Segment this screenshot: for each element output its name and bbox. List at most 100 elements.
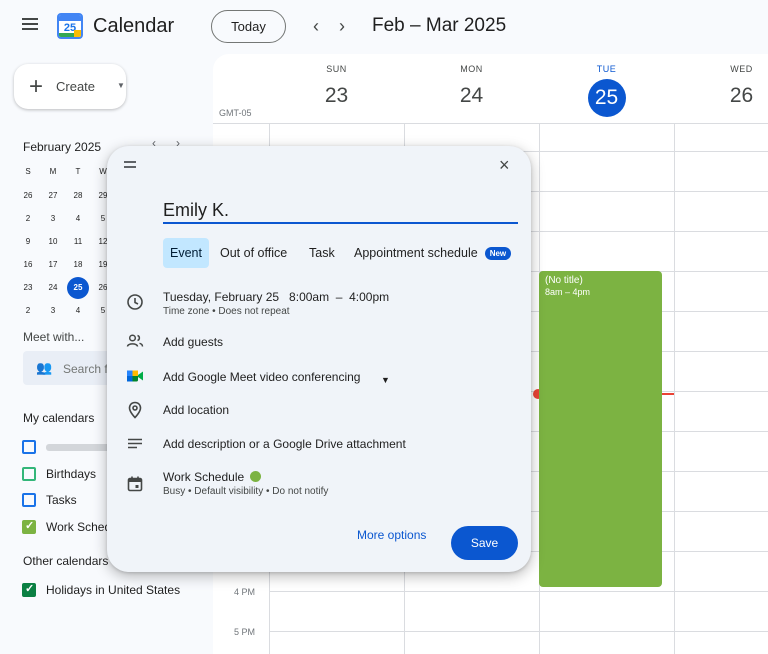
time-label: 5 PM	[234, 627, 256, 637]
mini-calendar-date[interactable]: 27	[42, 185, 64, 207]
day-of-week-label: TUE	[596, 64, 617, 74]
calendar-logo-icon: 25	[57, 13, 83, 39]
search-people-placeholder: Search f	[63, 362, 108, 376]
mini-calendar-date[interactable]: 28	[67, 185, 89, 207]
mini-calendar-day-of-week: S	[25, 167, 31, 176]
new-badge: New	[484, 247, 512, 260]
day-number[interactable]: 23	[269, 84, 404, 108]
mini-calendar-title: February 2025	[23, 140, 102, 154]
current-time-line	[662, 393, 674, 395]
tab-task[interactable]: Task	[309, 238, 335, 268]
event-datetime[interactable]: Tuesday, February 25 8:00am – 4:00pm	[163, 290, 389, 304]
mini-calendar-date[interactable]: 16	[17, 254, 39, 276]
mini-calendar-date[interactable]: 2	[17, 300, 39, 322]
mini-calendar-date[interactable]: 23	[17, 277, 39, 299]
calendar-checkbox[interactable]	[22, 582, 36, 597]
location-pin-icon	[128, 401, 142, 419]
event-quick-create-dialog: × Event Out of office Task Appointment s…	[107, 146, 531, 572]
description-icon	[128, 438, 142, 449]
day-column-header[interactable]: TUE 25	[539, 54, 674, 124]
previous-period-button[interactable]: ‹	[306, 16, 326, 36]
calendar-selector[interactable]: Work Schedule	[163, 470, 262, 484]
mini-calendar-date[interactable]: 11	[67, 231, 89, 253]
tab-appointment-schedule-label: Appointment schedule	[354, 246, 478, 260]
close-icon[interactable]: ×	[499, 155, 510, 176]
tab-appointment-schedule[interactable]: Appointment schedule New	[354, 238, 512, 268]
next-period-button[interactable]: ›	[332, 16, 352, 36]
add-description-field[interactable]: Add description or a Google Drive attach…	[163, 437, 406, 451]
day-column-header[interactable]: WED 26	[674, 54, 768, 124]
tab-event[interactable]: Event	[163, 238, 209, 268]
mini-calendar-date[interactable]: 25	[67, 277, 89, 299]
calendar-checkbox[interactable]	[22, 466, 36, 481]
tab-out-of-office[interactable]: Out of office	[220, 238, 287, 268]
top-bar: 25 Calendar Today ‹ › Feb – Mar 2025	[0, 0, 768, 54]
calendar-list-label: Tasks	[46, 493, 77, 507]
create-button-label: Create	[56, 79, 96, 94]
mini-calendar-date[interactable]: 3	[42, 208, 64, 230]
time-label: 4 PM	[234, 587, 256, 597]
app-title: Calendar	[93, 15, 175, 37]
hour-line	[269, 631, 768, 632]
mini-calendar-date[interactable]: 10	[42, 231, 64, 253]
my-calendars-title[interactable]: My calendars	[23, 411, 94, 425]
day-number[interactable]: 25	[587, 79, 626, 117]
search-people-input[interactable]: 👥 Search f	[23, 351, 113, 385]
timezone-label: GMT-05	[219, 108, 252, 118]
drag-handle-icon[interactable]	[124, 161, 136, 169]
calendar-checkbox[interactable]	[22, 493, 36, 507]
google-meet-icon	[127, 370, 143, 382]
event-title-input[interactable]	[163, 198, 518, 224]
more-options-button[interactable]: More options	[357, 528, 426, 542]
save-button[interactable]: Save	[451, 526, 518, 560]
mini-calendar-date[interactable]: 9	[17, 231, 39, 253]
mini-calendar-day-of-week: T	[75, 167, 81, 176]
calendar-settings-summary[interactable]: Busy • Default visibility • Do not notif…	[163, 486, 328, 497]
calendar-list-label: Work Sched	[46, 519, 112, 534]
grid-column-line	[674, 124, 675, 654]
mini-calendar-date[interactable]: 3	[42, 300, 64, 322]
mini-calendar-day-of-week: M	[49, 167, 57, 176]
other-calendars-title[interactable]: Other calendars	[23, 554, 108, 568]
add-guests-field[interactable]: Add guests	[163, 335, 223, 349]
hour-line	[269, 591, 768, 592]
day-of-week-label: MON	[460, 64, 483, 74]
mini-calendar-date[interactable]: 26	[17, 185, 39, 207]
meet-with-label: Meet with...	[23, 330, 85, 344]
mini-calendar-date[interactable]: 4	[67, 300, 89, 322]
mini-calendar-date[interactable]: 17	[42, 254, 64, 276]
day-column-header[interactable]: MON 24	[404, 54, 539, 124]
add-location-field[interactable]: Add location	[163, 403, 229, 417]
create-button[interactable]: + Create ▼	[14, 64, 126, 109]
date-range-title: Feb – Mar 2025	[372, 15, 507, 36]
people-icon	[126, 334, 144, 347]
event-time: 8am – 4pm	[545, 287, 591, 297]
chevron-down-icon: ▼	[117, 81, 125, 90]
add-meet-button[interactable]: Add Google Meet video conferencing	[163, 370, 360, 384]
day-number[interactable]: 26	[674, 84, 768, 108]
day-number[interactable]: 24	[404, 84, 539, 108]
header-divider	[213, 123, 768, 124]
people-icon: 👥	[36, 360, 53, 375]
calendar-app: 25 Calendar Today ‹ › Feb – Mar 2025 + C…	[0, 0, 768, 654]
calendar-checkbox[interactable]	[22, 440, 36, 454]
timezone-repeat-link[interactable]: Time zone • Does not repeat	[163, 306, 290, 317]
event-title: (No title)	[545, 275, 583, 286]
event-block[interactable]: (No title) 8am – 4pm	[539, 271, 662, 587]
mini-calendar-date[interactable]: 4	[67, 208, 89, 230]
main-menu-icon[interactable]	[22, 18, 40, 32]
calendar-list-label: Holidays in United States	[46, 583, 181, 597]
meet-dropdown-icon[interactable]: ▼	[381, 375, 390, 385]
clock-icon	[127, 294, 143, 310]
calendar-checkbox[interactable]	[22, 519, 36, 534]
day-column-header[interactable]: SUN 23	[269, 54, 404, 124]
day-of-week-label: SUN	[326, 64, 347, 74]
mini-calendar-date[interactable]: 24	[42, 277, 64, 299]
today-button[interactable]: Today	[211, 10, 286, 43]
plus-icon: +	[29, 73, 44, 100]
calendar-icon	[127, 476, 143, 492]
calendar-list-label: Birthdays	[46, 466, 97, 481]
mini-calendar-date[interactable]: 2	[17, 208, 39, 230]
calendar-color-dot	[250, 471, 262, 482]
mini-calendar-date[interactable]: 18	[67, 254, 89, 276]
